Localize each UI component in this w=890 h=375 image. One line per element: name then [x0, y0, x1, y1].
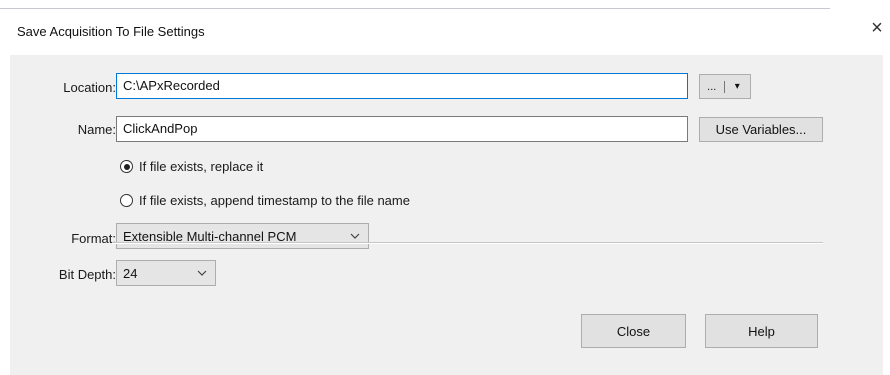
radio-append-indicator[interactable]	[120, 194, 133, 207]
format-select[interactable]: Extensible Multi-channel PCM	[116, 223, 369, 249]
format-label: Format:	[71, 231, 116, 246]
browse-button[interactable]: ...	[700, 75, 724, 98]
bit-depth-select[interactable]: 24	[116, 260, 216, 286]
dialog-title: Save Acquisition To File Settings	[17, 24, 205, 39]
name-field[interactable]: ClickAndPop	[116, 116, 688, 142]
close-button[interactable]: Close	[581, 314, 686, 348]
chevron-down-icon	[350, 233, 360, 239]
location-field[interactable]: C:\APxRecorded	[116, 73, 688, 99]
help-button[interactable]: Help	[705, 314, 818, 348]
footer-divider-highlight	[112, 243, 823, 244]
name-label: Name:	[77, 122, 116, 137]
window-top-strip	[0, 0, 890, 10]
location-label: Location:	[63, 80, 116, 95]
radio-replace[interactable]: If file exists, replace it	[120, 159, 263, 174]
radio-replace-indicator[interactable]	[120, 160, 133, 173]
bit-depth-label: Bit Depth:	[58, 267, 116, 282]
browse-split-button[interactable]: ... ▾	[699, 74, 751, 99]
chevron-down-icon	[197, 270, 207, 276]
use-variables-button[interactable]: Use Variables...	[699, 117, 823, 142]
top-divider	[0, 8, 830, 9]
radio-replace-label: If file exists, replace it	[139, 159, 264, 174]
bit-depth-selected-value: 24	[123, 265, 138, 281]
browse-dropdown-icon[interactable]: ▾	[725, 75, 750, 98]
close-icon[interactable]: ×	[866, 17, 888, 39]
radio-append-timestamp[interactable]: If file exists, append timestamp to the …	[120, 193, 410, 208]
radio-append-label: If file exists, append timestamp to the …	[139, 193, 410, 208]
